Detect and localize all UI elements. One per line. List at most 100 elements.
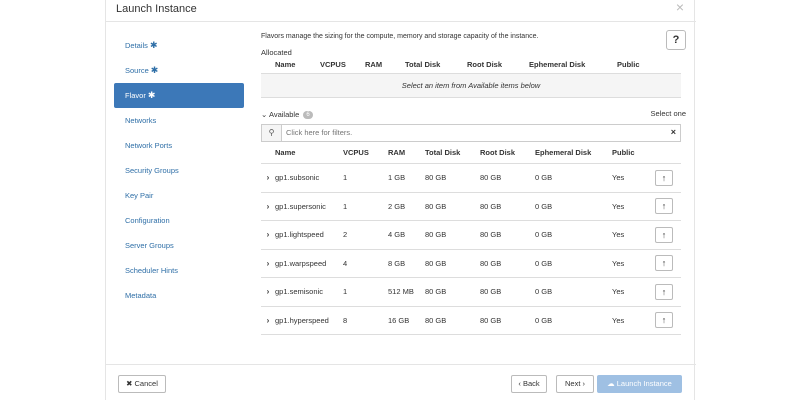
- modal-title: Launch Instance: [116, 3, 197, 15]
- filter-bar: ⚲ ×: [261, 123, 681, 142]
- sidebar-item-label: Network Ports: [125, 141, 173, 150]
- available-col-total-disk: Total Disk: [425, 141, 480, 164]
- sidebar-item-networks[interactable]: Networks: [114, 108, 244, 133]
- available-col-public: Public: [612, 141, 655, 164]
- help-button[interactable]: ?: [666, 30, 686, 50]
- available-col-spacer: [261, 141, 275, 164]
- sidebar-item-security-groups[interactable]: Security Groups: [114, 158, 244, 183]
- allocated-col-name: Name: [275, 57, 320, 74]
- available-col-vcpus: VCPUS: [343, 141, 388, 164]
- cell-root-disk: 80 GB: [480, 220, 535, 250]
- available-toggle[interactable]: ⌄ Available 6: [261, 110, 313, 119]
- allocate-button[interactable]: ↑: [655, 169, 673, 186]
- required-icon: ✱: [150, 65, 159, 75]
- sidebar-item-key-pair[interactable]: Key Pair: [114, 183, 244, 208]
- next-button[interactable]: Next ›: [556, 375, 594, 393]
- allocate-button[interactable]: ↑: [655, 283, 673, 300]
- cell-root-disk: 80 GB: [480, 249, 535, 278]
- sidebar-item-label: Server Groups: [125, 241, 174, 250]
- expand-cell: ›: [261, 163, 275, 193]
- cell-root-disk: 80 GB: [480, 306, 535, 335]
- allocated-col-vcpus: VCPUS: [320, 57, 365, 74]
- sidebar-item-label: Source: [125, 66, 149, 75]
- available-col-action: [655, 141, 681, 164]
- launch-instance-button[interactable]: ☁ Launch Instance: [597, 375, 682, 393]
- cell-ram: 512 MB: [388, 277, 425, 307]
- chevron-right-icon[interactable]: ›: [261, 173, 275, 182]
- cell-ram: 8 GB: [388, 249, 425, 278]
- sidebar-item-scheduler-hints[interactable]: Scheduler Hints: [114, 258, 244, 283]
- cell-name: gp1.hyperspeed: [275, 306, 343, 335]
- filter-input[interactable]: [286, 126, 656, 139]
- chevron-right-icon[interactable]: ›: [261, 230, 275, 239]
- chevron-right-icon[interactable]: ›: [261, 287, 275, 296]
- cell-name: gp1.subsonic: [275, 163, 343, 193]
- allocated-col-total-disk: Total Disk: [405, 57, 467, 74]
- arrow-up-icon: ↑: [661, 286, 667, 297]
- cell-name: gp1.lightspeed: [275, 220, 343, 250]
- sidebar-item-server-groups[interactable]: Server Groups: [114, 233, 244, 258]
- cell-public: Yes: [612, 277, 655, 307]
- allocated-col-root-disk: Root Disk: [467, 57, 529, 74]
- table-row: › gp1.hyperspeed 8 16 GB 80 GB 80 GB 0 GB Yes ↑: [261, 306, 681, 335]
- cell-public: Yes: [612, 220, 655, 250]
- cell-vcpus: 1: [343, 163, 388, 193]
- cell-ram: 2 GB: [388, 192, 425, 221]
- cell-vcpus: 8: [343, 306, 388, 335]
- arrow-up-icon: ↑: [661, 258, 667, 269]
- cell-vcpus: 4: [343, 249, 388, 278]
- available-table: Name VCPUS RAM Total Disk Root Disk Ephemeral…: [261, 141, 681, 336]
- sidebar-item-configuration[interactable]: Configuration: [114, 208, 244, 233]
- arrow-up-icon: ↑: [661, 229, 667, 240]
- cell-ram: 16 GB: [388, 306, 425, 335]
- allocated-col-public: Public: [617, 57, 681, 74]
- close-icon[interactable]: ×: [676, 0, 684, 15]
- sidebar-item-flavor[interactable]: Flavor ✱: [114, 83, 244, 108]
- cell-name: gp1.semisonic: [275, 277, 343, 307]
- cell-vcpus: 1: [343, 277, 388, 307]
- sidebar-item-label: Metadata: [125, 291, 157, 300]
- sidebar-item-source[interactable]: Source ✱: [114, 58, 244, 83]
- arrow-up-icon: ↑: [661, 172, 667, 183]
- sidebar-item-label: Flavor: [125, 91, 146, 100]
- allocate-button[interactable]: ↑: [655, 312, 673, 329]
- cell-ephemeral-disk: 0 GB: [535, 220, 612, 250]
- action-cell: ↑: [655, 163, 681, 193]
- available-col-name: Name: [275, 141, 343, 164]
- cell-vcpus: 1: [343, 192, 388, 221]
- sidebar-item-metadata[interactable]: Metadata: [114, 283, 244, 308]
- action-cell: ↑: [655, 220, 681, 250]
- expand-cell: ›: [261, 249, 275, 278]
- action-cell: ↑: [655, 192, 681, 221]
- launch-instance-modal: Launch Instance × Details ✱ Source ✱ Flavor ✱…: [105, 0, 696, 400]
- available-col-ephemeral-disk: Ephemeral Disk: [535, 141, 612, 164]
- chevron-right-icon[interactable]: ›: [261, 259, 275, 268]
- clear-filter-icon[interactable]: ×: [671, 127, 676, 137]
- cell-name: gp1.supersonic: [275, 192, 343, 221]
- back-button[interactable]: ‹ Back: [511, 375, 547, 393]
- cell-ram: 1 GB: [388, 163, 425, 193]
- allocate-button[interactable]: ↑: [655, 226, 673, 243]
- table-row: › gp1.warpspeed 4 8 GB 80 GB 80 GB 0 GB Yes ↑: [261, 249, 681, 278]
- allocate-button[interactable]: ↑: [655, 198, 673, 215]
- table-row: › gp1.semisonic 1 512 MB 80 GB 80 GB 0 GB Yes ↑: [261, 277, 681, 307]
- cancel-button[interactable]: ✖ Cancel: [118, 375, 166, 393]
- chevron-right-icon[interactable]: ›: [261, 316, 275, 325]
- sidebar-item-details[interactable]: Details ✱: [114, 33, 244, 58]
- cell-ram: 4 GB: [388, 220, 425, 250]
- cell-public: Yes: [612, 306, 655, 335]
- cell-ephemeral-disk: 0 GB: [535, 249, 612, 278]
- question-icon: ?: [672, 34, 680, 46]
- cell-root-disk: 80 GB: [480, 277, 535, 307]
- available-count-badge: 6: [303, 110, 313, 119]
- arrow-up-icon: ↑: [661, 201, 667, 212]
- cell-total-disk: 80 GB: [425, 220, 480, 250]
- chevron-right-icon[interactable]: ›: [261, 202, 275, 211]
- allocate-button[interactable]: ↑: [655, 255, 673, 272]
- cell-name: gp1.warpspeed: [275, 249, 343, 278]
- cell-public: Yes: [612, 192, 655, 221]
- expand-cell: ›: [261, 306, 275, 335]
- cell-total-disk: 80 GB: [425, 306, 480, 335]
- wizard-sidebar: Details ✱ Source ✱ Flavor ✱ Networks Network Po…: [114, 33, 244, 308]
- sidebar-item-network-ports[interactable]: Network Ports: [114, 133, 244, 158]
